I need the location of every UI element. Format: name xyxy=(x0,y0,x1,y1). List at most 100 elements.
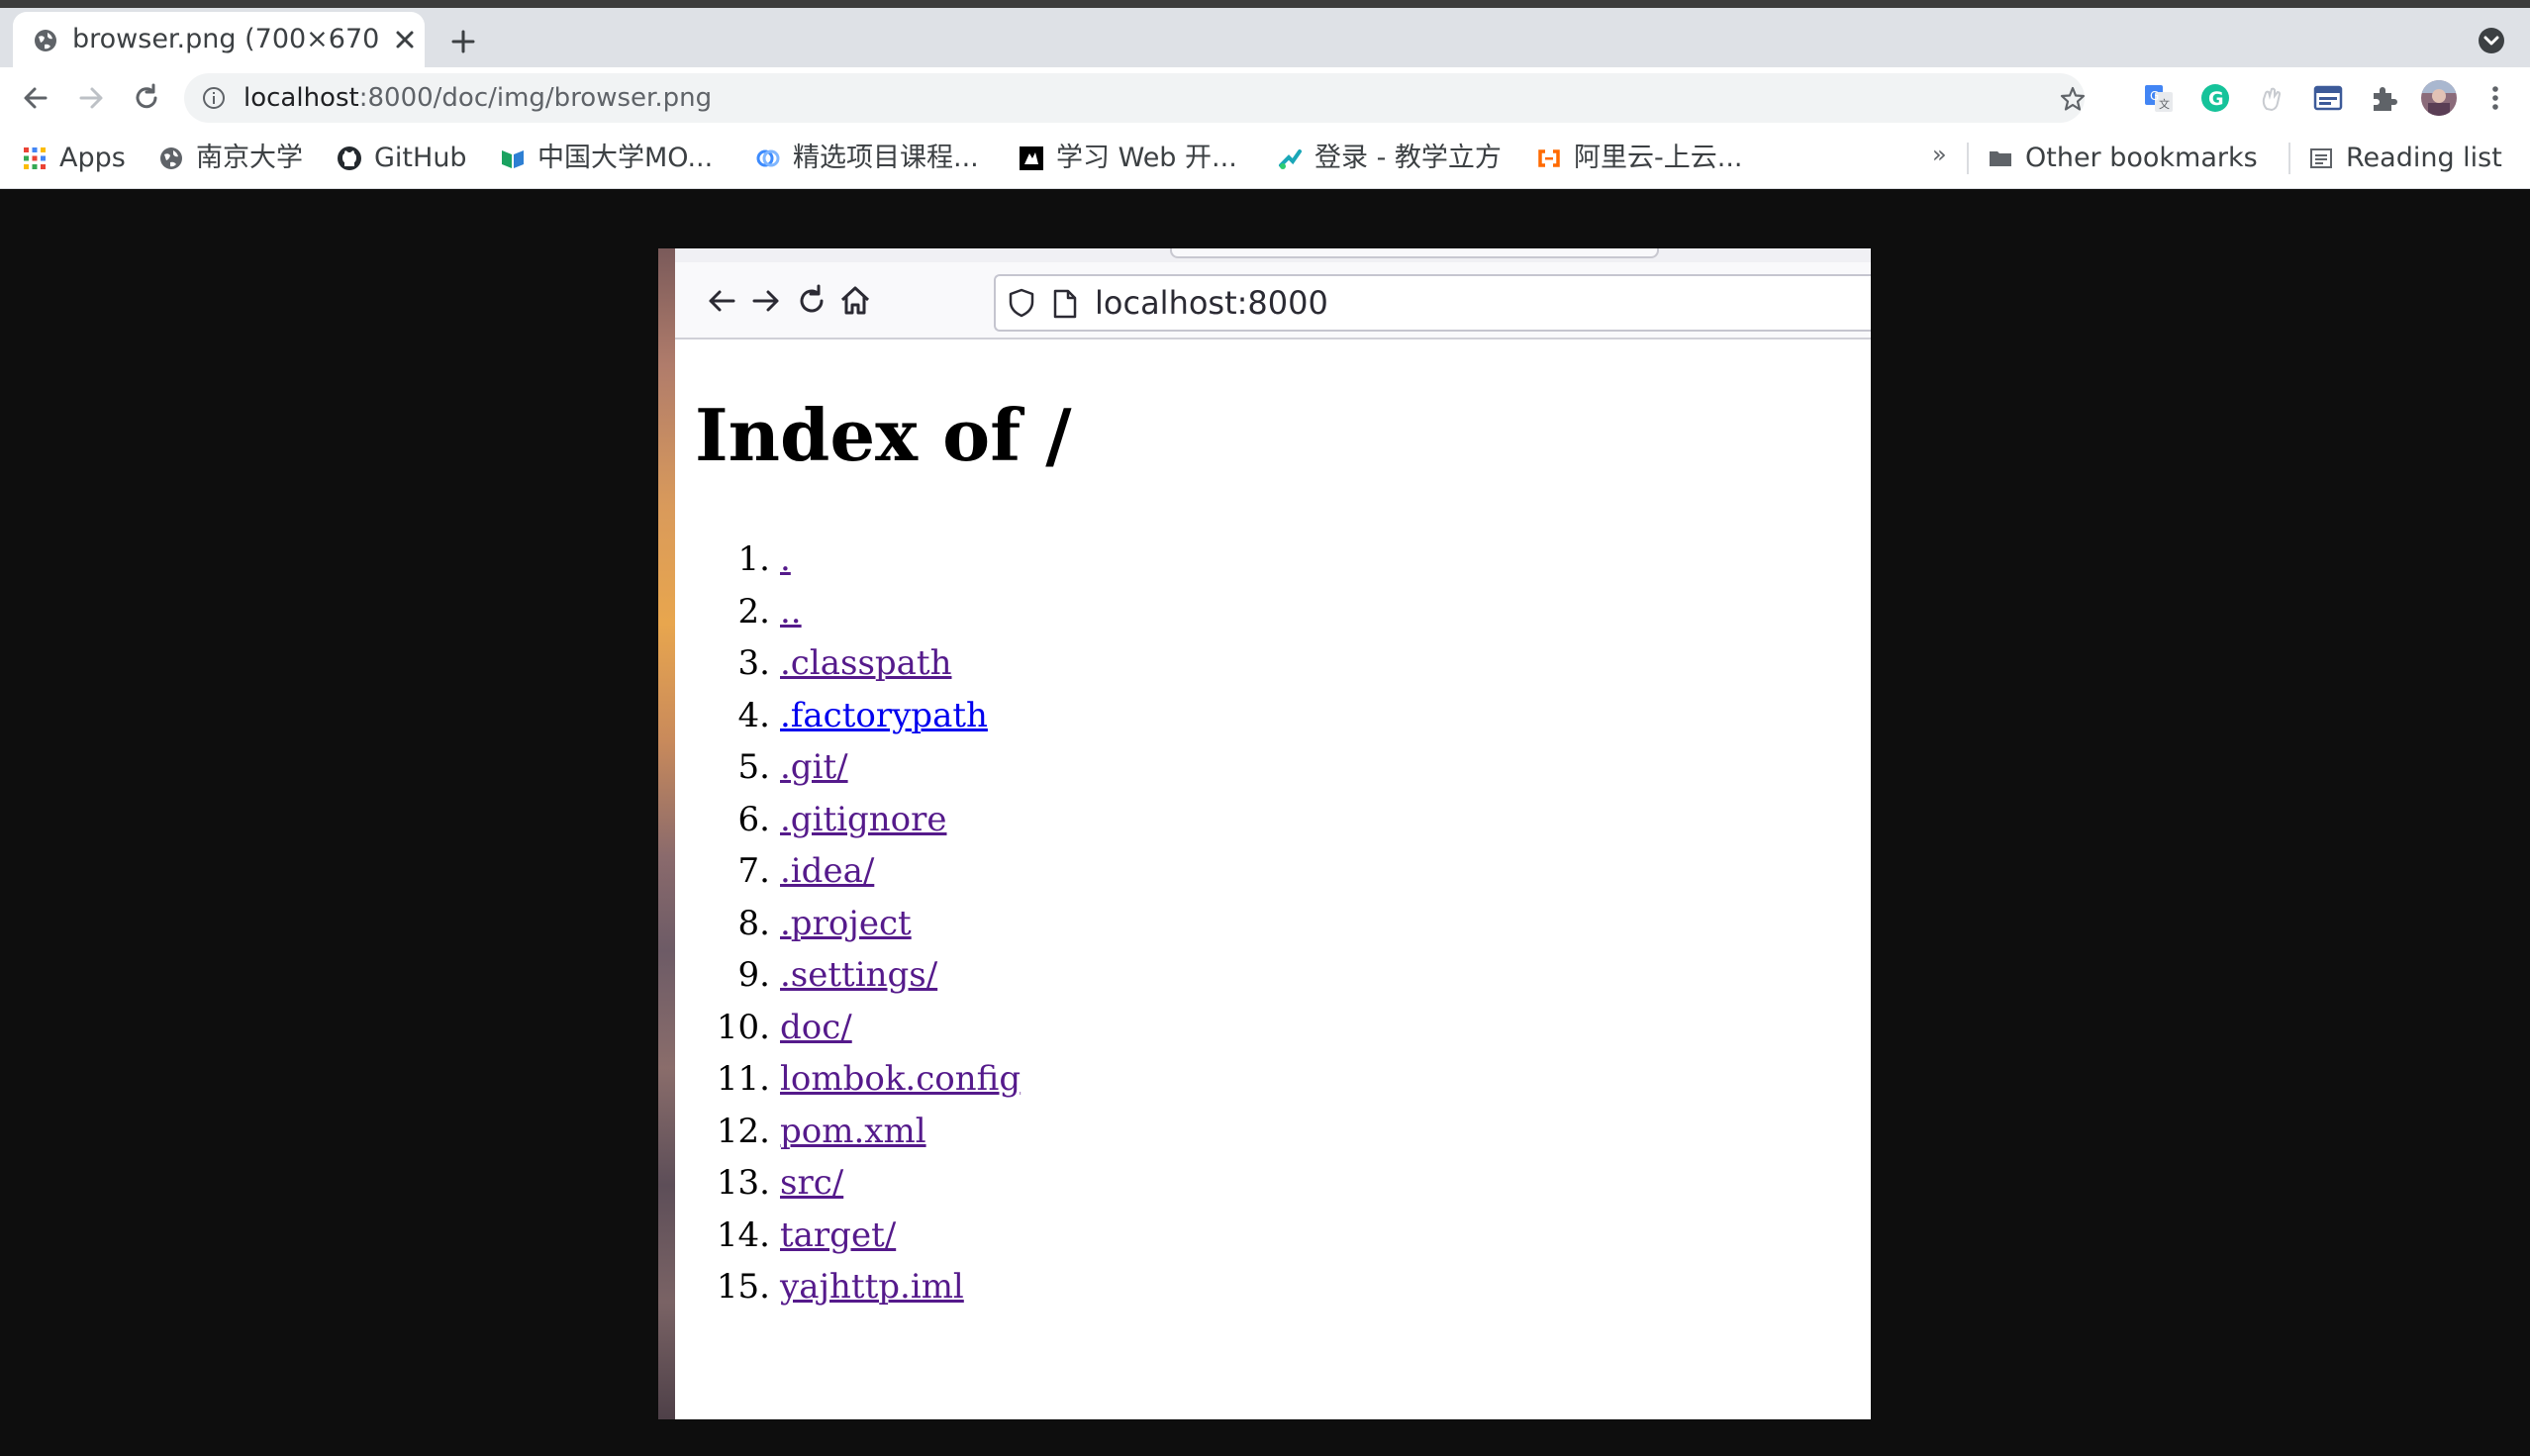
tab-title: browser.png (700×670 pixels) xyxy=(72,24,385,54)
bookmark-github[interactable]: GitHub xyxy=(337,139,467,178)
grammarly-icon[interactable]: G xyxy=(2198,81,2232,115)
bookmarks-divider xyxy=(2288,143,2290,174)
bookmark-teaching[interactable]: 登录 - 教学立方 xyxy=(1277,139,1502,178)
list-item: 8. .project xyxy=(675,898,1566,950)
entry-link: .git/ xyxy=(780,747,848,787)
address-url[interactable]: localhost:8000/doc/img/browser.png xyxy=(243,81,712,115)
list-number: 2. xyxy=(737,591,770,631)
tab-bar: browser.png (700×670 pixels) xyxy=(0,8,2530,67)
list-item: 3. .classpath xyxy=(675,637,1566,690)
bookmark-label: 学习 Web 开... xyxy=(1056,143,1237,173)
teaching-icon xyxy=(1279,149,1302,169)
list-number: 6. xyxy=(737,799,770,839)
directory-list: 1.. 2... 3. .classpath 4. .factorypath 5..… xyxy=(675,534,1566,1313)
bookmark-label: GitHub xyxy=(374,143,467,173)
window-top-strip xyxy=(0,0,2530,8)
list-item: 12. pom.xml xyxy=(675,1106,1566,1158)
tracking-shield-icon xyxy=(1009,288,1034,318)
translate-extension-icon[interactable]: G 文 xyxy=(2142,81,2176,115)
other-bookmarks-folder[interactable]: Other bookmarks xyxy=(1988,139,2258,178)
more-menu-icon[interactable] xyxy=(2481,81,2510,115)
tab-browser-png[interactable]: browser.png (700×670 pixels) xyxy=(13,12,425,67)
list-number: 9. xyxy=(737,955,770,995)
inner-back-arrow-icon xyxy=(709,290,735,312)
entry-link: doc/ xyxy=(780,1007,852,1047)
list-number: 12. xyxy=(716,1111,770,1151)
hand-extension-icon[interactable] xyxy=(2255,81,2288,115)
bookmark-label: 南京大学 xyxy=(196,143,303,173)
bookmark-label: Apps xyxy=(59,143,126,173)
course-icon xyxy=(756,149,780,167)
bookmark-aliyun[interactable]: 阿里云-上云... xyxy=(1536,139,1743,178)
bookmark-apps[interactable]: Apps xyxy=(22,139,126,178)
list-item: 6. .gitignore xyxy=(675,794,1566,846)
inner-address-bar: localhost:8000 xyxy=(994,274,1871,332)
reload-icon[interactable] xyxy=(129,80,164,116)
list-number: 8. xyxy=(737,903,770,943)
list-item: 2... xyxy=(675,586,1566,638)
bookmark-star-icon[interactable] xyxy=(2059,85,2087,113)
bookmark-label: 精选项目课程... xyxy=(793,143,979,173)
aliyun-icon xyxy=(1538,149,1560,167)
bookmark-mdn[interactable]: 学习 Web 开... xyxy=(1019,139,1237,178)
list-item: 9. .settings/ xyxy=(675,949,1566,1002)
window-extension-icon[interactable] xyxy=(2311,81,2345,115)
bookmark-label: 阿里云-上云... xyxy=(1574,143,1743,173)
list-number: 11. xyxy=(716,1059,770,1099)
list-number: 14. xyxy=(716,1214,770,1255)
apps-grid-icon xyxy=(24,147,46,169)
list-item: 13. src/ xyxy=(675,1157,1566,1210)
list-item: 14. target/ xyxy=(675,1210,1566,1262)
close-icon[interactable] xyxy=(387,22,423,57)
bookmark-courses[interactable]: 精选项目课程... xyxy=(755,139,979,178)
list-number: 7. xyxy=(737,851,770,891)
forward-arrow-icon[interactable] xyxy=(73,80,109,116)
other-bookmarks-label: Other bookmarks xyxy=(2025,143,2258,173)
url-path: :8000/doc/img/browser.png xyxy=(358,83,713,113)
list-number: 10. xyxy=(716,1007,770,1047)
bookmarks-bar: Apps 南京大学 GitHub 中国大学MO... 精选项目课程... 学习 … xyxy=(0,129,2530,189)
toolbar: localhost:8000/doc/img/browser.png G 文 G xyxy=(0,67,2530,129)
page-title: Index of / xyxy=(695,393,1072,477)
bookmarks-overflow-chevron[interactable]: » xyxy=(1932,141,1947,168)
extensions-puzzle-icon[interactable] xyxy=(2368,81,2401,115)
globe-icon xyxy=(160,147,182,169)
entry-link: lombok.config xyxy=(780,1059,1022,1099)
entry-link: .classpath xyxy=(780,643,952,683)
reading-list-label: Reading list xyxy=(2346,143,2502,173)
inner-forward-arrow-icon xyxy=(752,290,779,312)
globe-icon xyxy=(35,30,56,51)
info-icon[interactable] xyxy=(202,86,226,110)
entry-link: pom.xml xyxy=(780,1111,926,1151)
address-bar[interactable]: localhost:8000/doc/img/browser.png xyxy=(184,73,2087,123)
bookmark-mooc[interactable]: 中国大学MO... xyxy=(500,139,713,178)
page-document-icon xyxy=(1053,289,1077,319)
profile-avatar-icon[interactable] xyxy=(2420,79,2458,117)
inner-toolbar: localhost:8000 xyxy=(675,262,1871,340)
bookmark-label: 中国大学MO... xyxy=(537,143,714,173)
mdn-icon xyxy=(1020,146,1043,170)
reading-list-icon xyxy=(2310,148,2332,168)
bookmark-label: 登录 - 教学立方 xyxy=(1314,143,1502,173)
list-number: 4. xyxy=(737,695,770,735)
inner-reload-icon xyxy=(800,284,824,313)
list-item: 4. .factorypath xyxy=(675,690,1566,742)
entry-link: . xyxy=(780,539,791,579)
folder-icon xyxy=(1990,151,2011,166)
list-item: 5. .git/ xyxy=(675,741,1566,794)
bookmarks-divider xyxy=(1967,143,1969,174)
back-arrow-icon[interactable] xyxy=(18,80,53,116)
inner-tab-strip xyxy=(675,248,1871,263)
list-number: 5. xyxy=(737,747,770,787)
bookmark-nju[interactable]: 南京大学 xyxy=(158,139,303,178)
entry-link: .project xyxy=(780,903,912,943)
directory-page: Index of / 1.. 2... 3. .classpath 4. .fact… xyxy=(675,340,1871,1419)
entry-link: .factorypath xyxy=(780,695,988,735)
entry-link: target/ xyxy=(780,1214,897,1255)
reading-list[interactable]: Reading list xyxy=(2308,139,2502,178)
inner-tab xyxy=(1170,248,1659,258)
tab-search-icon[interactable] xyxy=(2477,26,2506,55)
image-edge-strip xyxy=(658,248,675,1419)
list-item: 11. lombok.config xyxy=(675,1053,1566,1106)
new-tab-plus-icon[interactable] xyxy=(445,24,481,59)
